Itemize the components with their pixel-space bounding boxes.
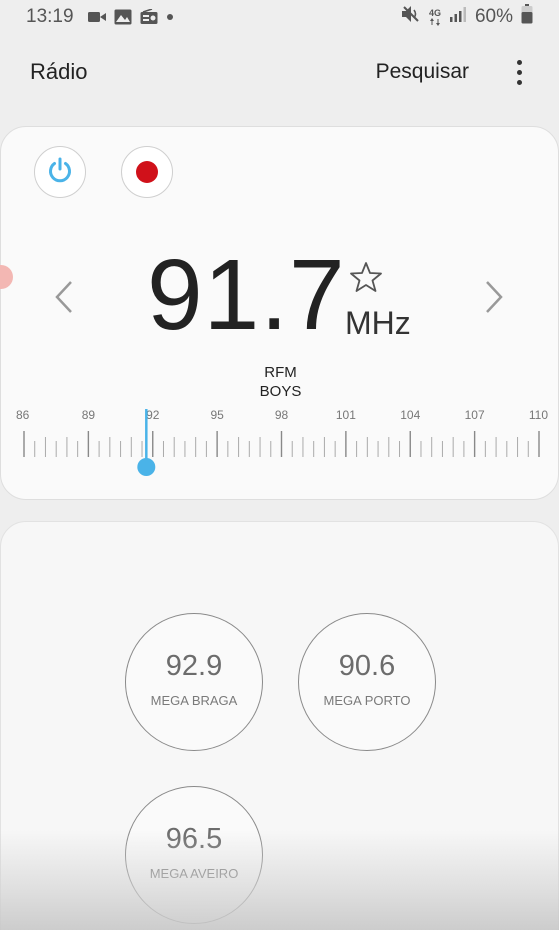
scale-label: 95: [210, 408, 224, 422]
status-bar: 13:19 4G 60%: [0, 0, 559, 34]
scale-label: 86: [16, 408, 30, 422]
station-name-line1: RFM: [264, 364, 297, 381]
network-label: 4G: [428, 7, 441, 18]
scale-label: 104: [400, 408, 420, 422]
notification-dot-icon: [166, 13, 174, 21]
radio-icon: [140, 9, 158, 25]
gallery-icon: [114, 9, 132, 25]
network-4g-icon: 4G: [428, 7, 441, 26]
favorites-card: 92.9 MEGA BRAGA 90.6 MEGA PORTO 96.5 MEG…: [0, 521, 559, 930]
scale-label: 107: [465, 408, 485, 422]
power-icon: [46, 156, 74, 189]
battery-icon: [521, 4, 533, 30]
scale-label: 89: [82, 408, 96, 422]
side-panel-handle[interactable]: [0, 265, 13, 289]
status-time: 13:19: [26, 6, 74, 27]
favorite-station[interactable]: 96.5 MEGA AVEIRO: [125, 786, 263, 924]
frequency-unit: MHz: [345, 305, 411, 341]
favorite-name: MEGA AVEIRO: [149, 866, 239, 881]
previous-station-icon[interactable]: [53, 279, 77, 320]
favorite-frequency: 90.6: [338, 650, 396, 682]
power-button[interactable]: [34, 146, 86, 198]
scale-label: 110: [529, 408, 548, 422]
app-title: Rádio: [30, 59, 88, 84]
favorite-station[interactable]: 92.9 MEGA BRAGA: [125, 613, 263, 751]
scale-label: 92: [146, 408, 160, 422]
status-right: 4G 60%: [401, 4, 533, 30]
more-options-icon[interactable]: [509, 59, 529, 85]
tuner-knob[interactable]: [137, 458, 156, 476]
station-name: RFM BOYS: [1, 363, 559, 401]
favorite-name: MEGA BRAGA: [150, 693, 238, 708]
mute-icon: [401, 5, 421, 29]
station-name-line2: BOYS: [259, 383, 302, 400]
signal-icon: [449, 6, 467, 28]
battery-percent: 60%: [474, 6, 513, 27]
favorite-star-icon[interactable]: [349, 261, 383, 298]
app-bar: Rádio Pesquisar: [0, 34, 559, 110]
favorite-station[interactable]: 90.6 MEGA PORTO: [298, 613, 436, 751]
favorite-name: MEGA PORTO: [323, 693, 411, 708]
frequency-scale[interactable]: 86 89 92 95 98 101 104 107 110: [1, 405, 559, 485]
scale-label: 98: [275, 408, 289, 422]
favorite-frequency: 92.9: [165, 650, 223, 682]
search-button[interactable]: Pesquisar: [376, 60, 469, 84]
favorite-frequency: 96.5: [165, 823, 223, 855]
video-camera-icon: [87, 10, 106, 24]
current-frequency: 91.7: [147, 239, 346, 351]
tuner-card: 91.7 MHz RFM BOYS 86 89 92 95 98 101 104 107 110: [0, 126, 559, 500]
record-icon: [136, 161, 158, 183]
record-button[interactable]: [121, 146, 173, 198]
next-station-icon[interactable]: [481, 279, 505, 320]
scale-label: 101: [336, 408, 356, 422]
